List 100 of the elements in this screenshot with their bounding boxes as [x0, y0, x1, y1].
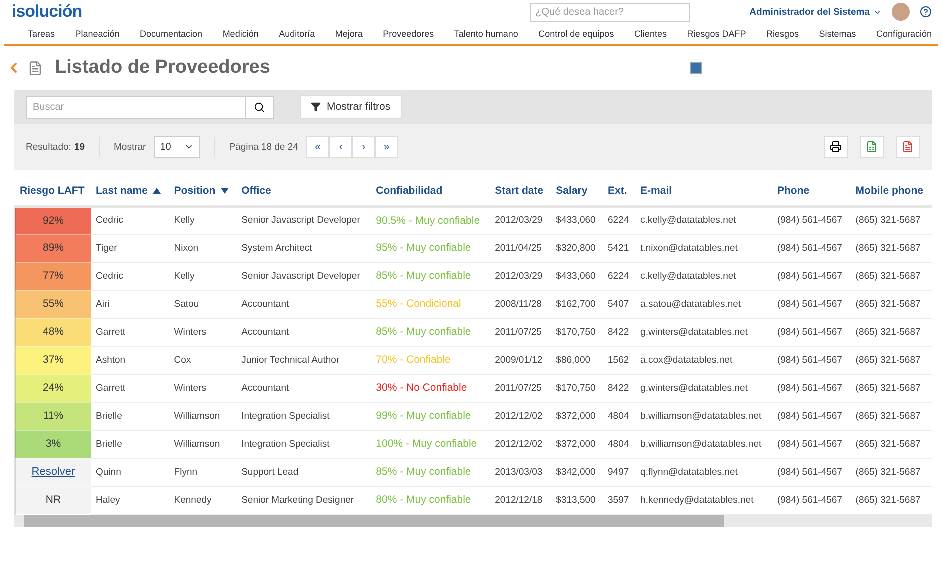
print-button[interactable]	[824, 136, 848, 158]
column-header[interactable]: Position	[169, 178, 237, 206]
table-cell: 8422	[603, 374, 636, 402]
table-cell: Kelly	[169, 262, 237, 290]
nav-item[interactable]: Sistemas	[819, 29, 856, 39]
risk-cell: 48%	[15, 318, 91, 346]
pdf-export-button[interactable]	[896, 136, 920, 158]
filters-button[interactable]: Mostrar filtros	[300, 95, 402, 119]
page-size-select[interactable]: 10	[154, 136, 200, 158]
table-cell: Winters	[169, 318, 237, 346]
nav-item[interactable]: Proveedores	[383, 29, 434, 39]
reliability-cell: 70% - Confiable	[371, 346, 490, 374]
reliability-cell: 30% - No Confiable	[371, 374, 490, 402]
table-cell: Senior Javascript Developer	[236, 206, 372, 234]
table-cell: $320,800	[551, 234, 604, 262]
table-cell: q.flynn@datatables.net	[636, 458, 772, 486]
table-cell: 5421	[603, 234, 636, 262]
column-header[interactable]: Ext.	[603, 178, 636, 206]
column-header[interactable]: Mobile phone	[850, 178, 932, 206]
search-field[interactable]: ¿Qué desea hacer?	[530, 2, 690, 22]
resolve-link[interactable]: Resolver	[32, 466, 76, 478]
nav-item[interactable]: Riesgos DAFP	[687, 29, 746, 39]
table-cell: System Architect	[236, 234, 372, 262]
table-cell: 9497	[603, 458, 636, 486]
nav-item[interactable]: Control de equipos	[538, 29, 614, 39]
search-field[interactable]: Buscar	[26, 96, 274, 118]
page-title: Listado de Proveedores	[55, 57, 270, 79]
table-cell: Integration Specialist	[236, 402, 372, 430]
nav-item[interactable]: Mejora	[335, 29, 363, 39]
result-label: Resultado:	[26, 142, 72, 152]
help-icon[interactable]	[920, 6, 932, 18]
table-cell: $342,000	[551, 458, 604, 486]
reliability-cell: 80% - Muy confiable	[371, 486, 490, 514]
risk-cell: 3%	[15, 430, 91, 458]
table-cell: (865) 321-5687	[850, 346, 932, 374]
table-cell: (984) 561-4567	[772, 290, 851, 318]
column-header[interactable]: Last name	[91, 178, 170, 206]
reliability-cell: 90.5% - Muy confiable	[371, 206, 490, 234]
filter-icon	[311, 102, 321, 112]
table-cell: Integration Specialist	[236, 430, 372, 458]
column-header[interactable]: Office	[236, 178, 372, 206]
table-cell: 2011/07/25	[490, 318, 552, 346]
nav-item[interactable]: Tareas	[28, 29, 56, 39]
table-cell: c.kelly@datatables.net	[636, 262, 772, 290]
table-cell: 8422	[603, 318, 636, 346]
risk-cell: 92%	[15, 206, 91, 234]
table-cell: (984) 561-4567	[772, 346, 851, 374]
table-cell: (865) 321-5687	[850, 402, 932, 430]
table-cell: Ashton	[91, 346, 170, 374]
nav-item[interactable]: Documentacion	[140, 29, 203, 39]
table-cell: (984) 561-4567	[772, 318, 851, 346]
nav-item[interactable]: Medición	[222, 29, 259, 39]
column-header[interactable]: E-mail	[636, 178, 772, 206]
avatar[interactable]	[892, 3, 910, 21]
table-cell: Tiger	[91, 234, 170, 262]
scrollbar-thumb[interactable]	[24, 514, 724, 526]
column-header[interactable]: Phone	[772, 178, 851, 206]
table-cell: Flynn	[169, 458, 237, 486]
column-header[interactable]: Confiabilidad	[371, 178, 490, 206]
table-cell: $86,000	[551, 346, 604, 374]
horizontal-scrollbar[interactable]	[14, 514, 932, 526]
nav-item[interactable]: Planeación	[75, 29, 120, 39]
table-cell: 4804	[603, 402, 636, 430]
table-cell: b.williamson@datatables.net	[636, 430, 772, 458]
pager-button[interactable]: ‹	[329, 136, 352, 158]
nav-item[interactable]: Configuración	[876, 29, 932, 39]
table-cell: (865) 321-5687	[850, 374, 932, 402]
table-cell: 4804	[603, 430, 636, 458]
reliability-cell: 100% - Muy confiable	[371, 430, 490, 458]
excel-export-button[interactable]	[860, 136, 884, 158]
document-icon	[902, 141, 914, 153]
table-cell: 2011/07/25	[490, 374, 552, 402]
column-header[interactable]: Salary	[551, 178, 604, 206]
table-cell: Cedric	[91, 206, 170, 234]
table-cell: Airi	[91, 290, 170, 318]
table-cell: (984) 561-4567	[772, 430, 851, 458]
table-cell: (984) 561-4567	[772, 374, 851, 402]
nav-item[interactable]: Talento humano	[454, 29, 518, 39]
table-cell: Quinn	[91, 458, 170, 486]
table-cell: (865) 321-5687	[850, 430, 932, 458]
pager-button[interactable]: »	[375, 136, 398, 158]
table-cell: $372,000	[551, 430, 604, 458]
table-cell: Brielle	[91, 402, 170, 430]
table-cell: $433,060	[551, 262, 604, 290]
pager-button[interactable]: «	[306, 136, 330, 158]
nav-item[interactable]: Clientes	[634, 29, 667, 39]
user-menu[interactable]: Administrador del Sistema	[750, 6, 882, 18]
nav-item[interactable]: Riesgos	[766, 29, 799, 39]
pager-button[interactable]: ›	[352, 136, 376, 158]
table-cell: Garrett	[91, 374, 170, 402]
reliability-cell: 85% - Muy confiable	[371, 318, 490, 346]
table-cell: Senior Marketing Designer	[236, 486, 372, 514]
risk-cell: 37%	[15, 346, 91, 374]
table-cell: c.kelly@datatables.net	[636, 206, 772, 234]
column-header[interactable]: Start date	[490, 178, 552, 206]
table-cell: 2012/12/02	[490, 402, 552, 430]
table-cell: t.nixon@datatables.net	[636, 234, 772, 262]
nav-item[interactable]: Auditoría	[279, 29, 316, 39]
risk-cell: 55%	[15, 290, 91, 318]
logo[interactable]: isolución	[12, 2, 82, 22]
